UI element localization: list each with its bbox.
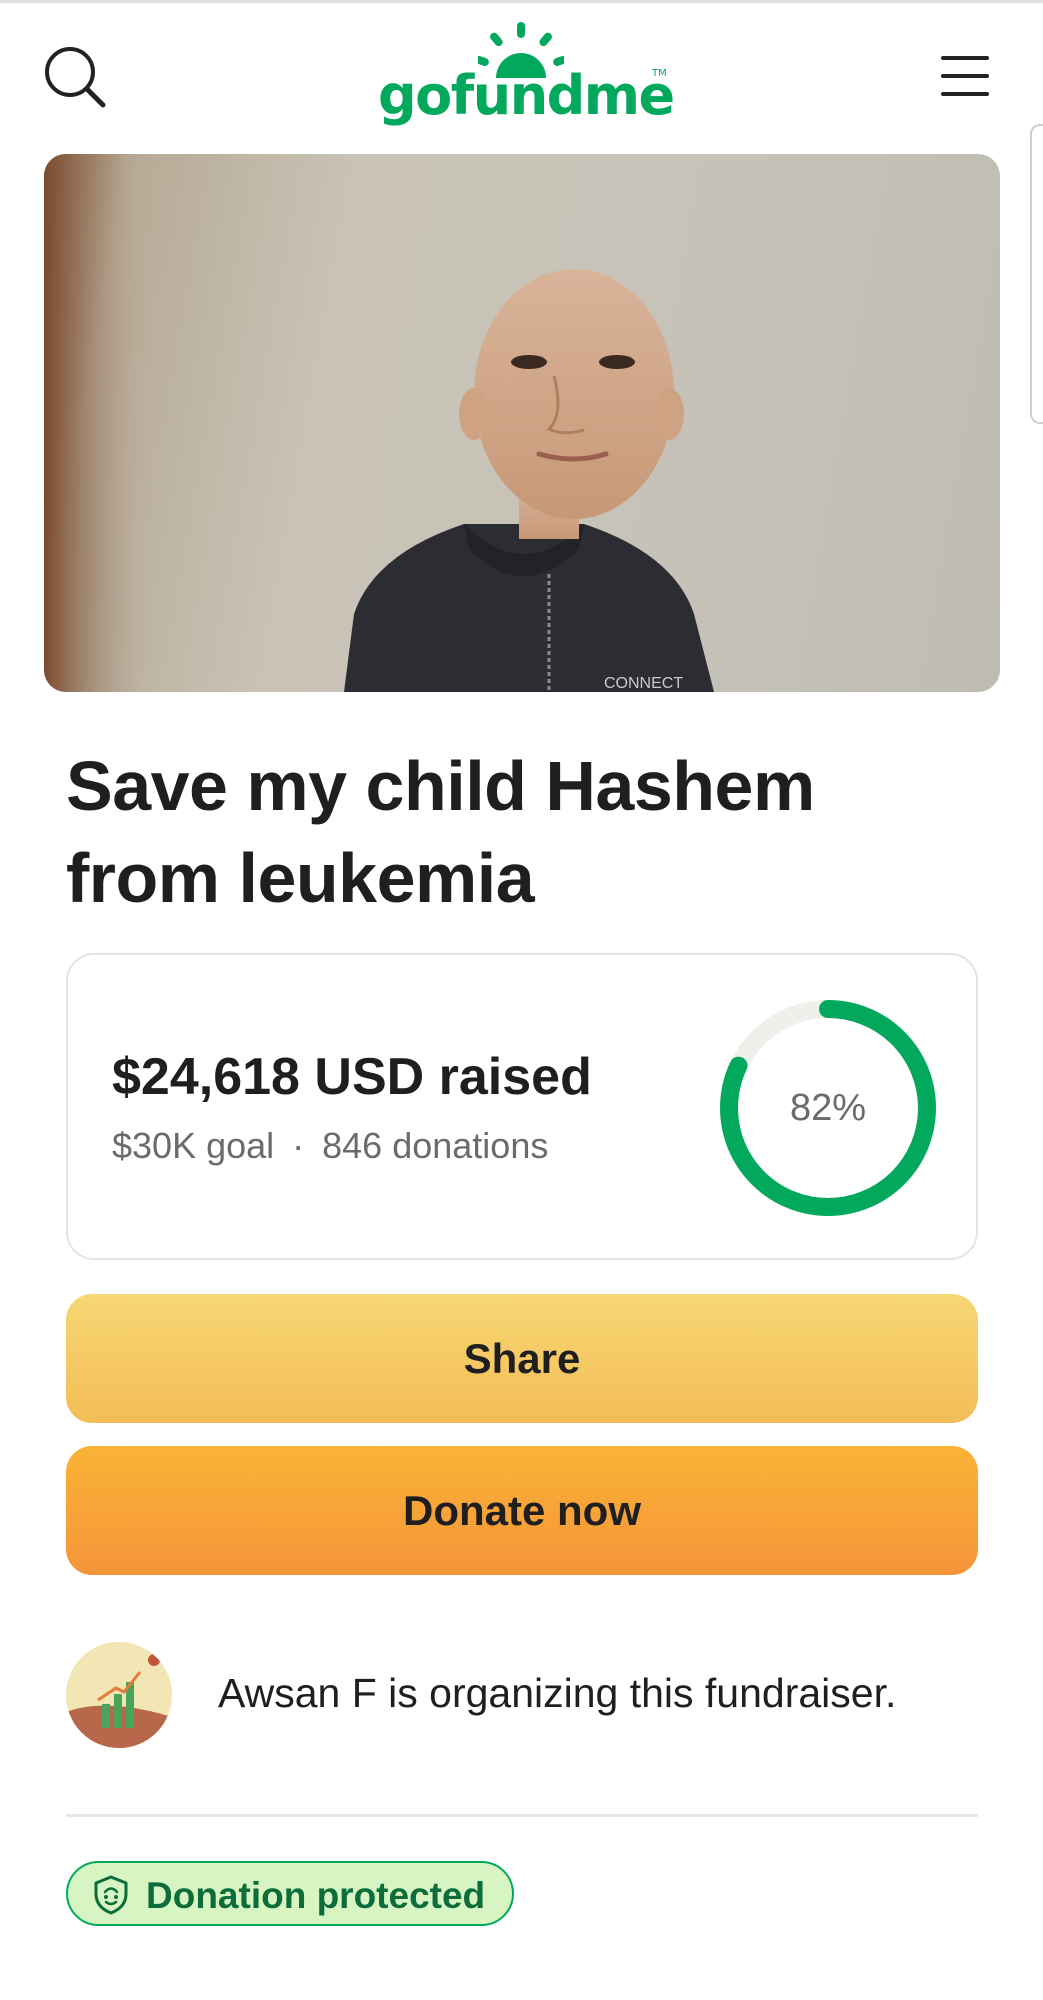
badge-label: Donation protected <box>146 1875 486 1916</box>
hamburger-line <box>941 74 989 78</box>
hamburger-menu-icon <box>941 56 989 60</box>
gofundme-logo[interactable]: gofundme TM <box>360 20 680 130</box>
logo-trademark: TM <box>652 68 667 79</box>
shirt-print-text: CONNECT <box>604 675 683 692</box>
share-button[interactable]: Share <box>66 1294 978 1423</box>
progress-card: $24,618 USD raised $30K goal · 846 donatio… <box>66 953 978 1260</box>
amount-raised: $24,618 USD raised <box>112 1048 592 1106</box>
donation-count: 846 donations <box>322 1125 549 1166</box>
organizer-statement: Awsan F is organizing this fundraiser. <box>218 1670 897 1716</box>
organizer-avatar[interactable] <box>66 1642 172 1748</box>
donate-now-button[interactable]: Donate now <box>66 1446 978 1575</box>
site-header: gofundme TM <box>0 0 1043 150</box>
donation-protected-badge[interactable]: Donation protected <box>66 1861 514 1926</box>
organizer-avatar-image <box>66 1642 172 1748</box>
hero-photo[interactable]: CONNECT <box>44 154 1000 692</box>
child-portrait-image: CONNECT <box>44 154 714 692</box>
search-button[interactable] <box>40 42 110 112</box>
goal-line: $30K goal · 846 donations <box>112 1125 548 1167</box>
shield-icon <box>94 1875 128 1915</box>
side-feedback-tab[interactable] <box>1030 124 1043 424</box>
menu-button[interactable] <box>935 48 995 104</box>
fundraiser-page: gofundme TM CONNECT Save my child Hashem… <box>0 0 1043 2000</box>
hamburger-line <box>941 92 989 96</box>
logo-text: gofundme <box>378 64 675 127</box>
search-icon <box>45 47 106 108</box>
progress-ring: 82% <box>713 993 943 1223</box>
separator-dot: · <box>292 1125 305 1166</box>
progress-percent: 82% <box>789 1086 867 1129</box>
fundraiser-title: Save my child Hashem from leukemia <box>66 747 815 917</box>
goal-amount: $30K goal <box>112 1125 275 1166</box>
section-divider <box>66 1814 978 1817</box>
